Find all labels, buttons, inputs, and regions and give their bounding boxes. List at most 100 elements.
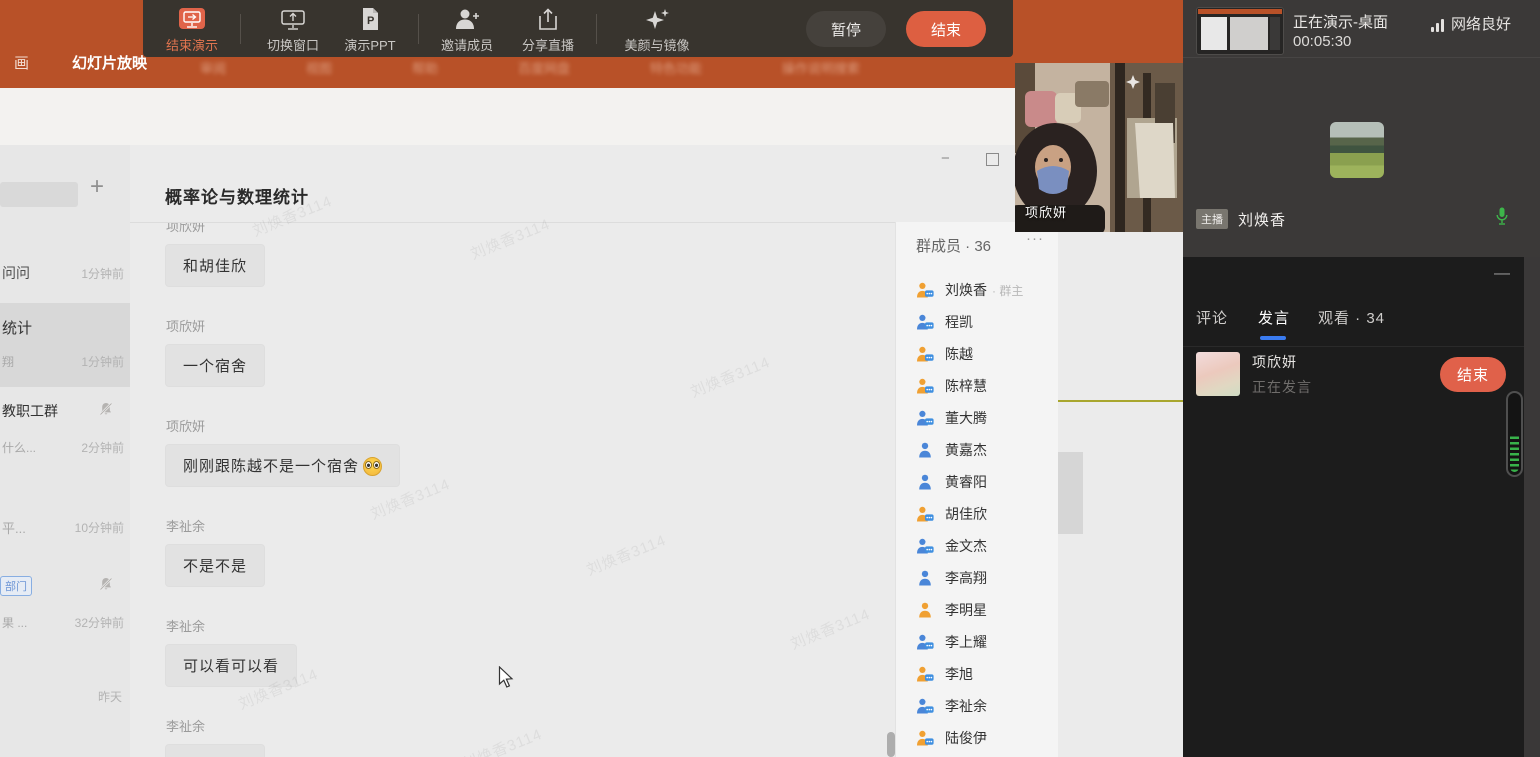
share-live-icon [502,6,594,33]
member-row[interactable]: 苏子意 [896,750,1058,757]
tab-speaking[interactable]: 发言 [1258,307,1290,328]
share-live-label: 分享直播 [502,35,594,54]
message-bubble: 一个宿舍 [165,344,265,387]
member-row[interactable]: 胡佳欣 [896,498,1058,530]
search-input[interactable] [0,182,78,207]
slide-divider-line [1057,400,1183,402]
pause-button[interactable]: 暂停 [806,11,886,47]
member-row[interactable]: 李上耀 [896,626,1058,658]
message-bubble: 刚刚跟陈越不是一个宿舍 [165,444,400,487]
chat-list-item[interactable]: 平... 10分钟前 [0,510,130,540]
member-name: 李祉余 [945,696,987,716]
message-bubble: 不是不是 [165,544,265,587]
mouse-cursor [498,666,514,689]
chat-list-item[interactable]: 问问 1分钟前 [0,253,130,293]
network-signal-icon [1431,14,1446,32]
add-chat-button[interactable]: + [90,173,104,201]
member-avatar-icon [916,378,934,394]
speaker-row[interactable]: 项欣妍 正在发言 结束 [1183,347,1524,407]
invite-member-icon [421,6,513,33]
tab-comments[interactable]: 评论 [1196,307,1228,328]
end-speaking-button[interactable]: 结束 [1440,357,1506,392]
ribbon-faint-tab: 视图 [306,58,332,77]
member-row[interactable]: 董大腾 [896,402,1058,434]
member-avatar-icon [916,410,934,426]
member-avatar-icon [916,602,934,618]
chat-message: 项欣妍 和胡佳欣 [165,223,865,287]
tab-watching[interactable]: 观看 · 34 [1318,307,1385,328]
message-bubble: 可以看可以看 [165,644,297,687]
member-avatar-icon [916,666,934,682]
member-panel: 群成员 · 36 ··· 刘焕香 · 群主 程凯 陈越 陈梓慧 董大腾 黄嘉杰 [895,222,1058,757]
member-name: 黄嘉杰 [945,440,987,460]
member-row[interactable]: 黄睿阳 [896,466,1058,498]
invite-member-button[interactable]: 邀请成员 [421,6,513,54]
chat-scrollbar-thumb[interactable] [887,732,895,757]
chat-item-time: 10分钟前 [75,519,124,536]
chat-list-item-selected[interactable]: 统计 翔 1分钟前 [0,303,130,387]
window-maximize-icon[interactable] [986,153,999,166]
member-name: 陆俊伊 [945,728,987,748]
member-row[interactable]: 陈越 [896,338,1058,370]
member-row[interactable]: 李高翔 [896,562,1058,594]
shared-image-thumbnail [1330,122,1384,178]
member-row[interactable]: 李明星 [896,594,1058,626]
member-name: 李高翔 [945,568,987,588]
end-live-button[interactable]: 结束 [906,11,986,47]
chat-item-preview: 平... [2,518,26,537]
emoji-astonished-face [363,457,382,476]
message-bubble: 看李高翔 [165,744,265,757]
member-more-icon[interactable]: ··· [1026,230,1044,247]
speaker-status: 正在发言 [1252,377,1312,397]
webcam-video[interactable]: 项欣妍 [1015,63,1183,232]
share-live-button[interactable]: 分享直播 [502,6,594,54]
member-avatar-icon [916,314,934,330]
chat-item-preview: 翔 [2,353,14,370]
member-name: 陈梓慧 [945,376,987,396]
network-status: 网络良好 [1451,13,1511,34]
member-name: 陈越 [945,344,973,364]
message-list[interactable]: 项欣妍 和胡佳欣 项欣妍 一个宿舍 项欣妍 刚刚跟陈越不是一个宿舍 李祉余 不是… [165,223,865,757]
panel-minimize-icon[interactable]: — [1494,265,1510,283]
member-name: 胡佳欣 [945,504,987,524]
present-ppt-button[interactable]: P 演示PPT [324,6,416,54]
chat-item-preview: 什么... [2,439,36,456]
message-sender: 李祉余 [166,516,865,535]
end-presentation-button[interactable]: 结束演示 [146,6,238,54]
ribbon-faint-tab: 帮助 [412,58,438,77]
end-presentation-icon [146,6,238,33]
webcam-name-label: 项欣妍 [1025,202,1067,221]
window-minimize-icon[interactable]: − [941,151,950,166]
member-row[interactable]: 刘焕香 · 群主 [896,274,1058,306]
chat-message: 李祉余 看李高翔 [165,716,865,757]
ribbon-faint-tab: 操作说明搜索 [782,58,860,77]
volume-meter [1506,391,1523,477]
member-row[interactable]: 黄嘉杰 [896,434,1058,466]
mute-bell-icon [98,576,114,592]
member-row[interactable]: 李祉余 [896,690,1058,722]
presenting-status: 正在演示-桌面 [1293,11,1388,32]
member-avatar-icon [916,506,934,522]
member-row[interactable]: 金文杰 [896,530,1058,562]
chat-message: 项欣妍 一个宿舍 [165,316,865,387]
member-name: 刘焕香 [945,280,987,300]
member-avatar-icon [916,730,934,746]
chat-item-title: 问问 [2,263,30,283]
panel-edge [1524,257,1540,757]
invite-member-label: 邀请成员 [421,35,513,54]
ribbon-tab-animation-partial[interactable]: 画 [14,52,29,73]
beauty-mirror-button[interactable]: 美颜与镜像 [607,6,707,54]
member-row[interactable]: 程凯 [896,306,1058,338]
host-name: 刘焕香 [1238,209,1286,230]
member-row[interactable]: 李旭 [896,658,1058,690]
live-panel: 正在演示-桌面 00:05:30 网络良好 主播 刘焕香 — 评论 发言 观看 … [1183,0,1540,757]
department-badge: 部门 [0,576,32,596]
member-row[interactable]: 陈梓慧 [896,370,1058,402]
chat-list-item[interactable]: 部门 果 ... 32分钟前 [0,570,130,636]
beauty-mirror-icon [607,6,707,33]
ppt-toolbar: ▾ ▾ A▴ A▾ A╱ ▾ ▾ ▾ [0,88,1183,146]
speaker-name: 项欣妍 [1252,352,1297,372]
speaker-avatar [1196,352,1240,396]
ribbon-tab-slideshow[interactable]: 幻灯片放映 [72,52,147,73]
chat-list-item[interactable]: 教职工群 什么... 2分钟前 [0,393,130,459]
